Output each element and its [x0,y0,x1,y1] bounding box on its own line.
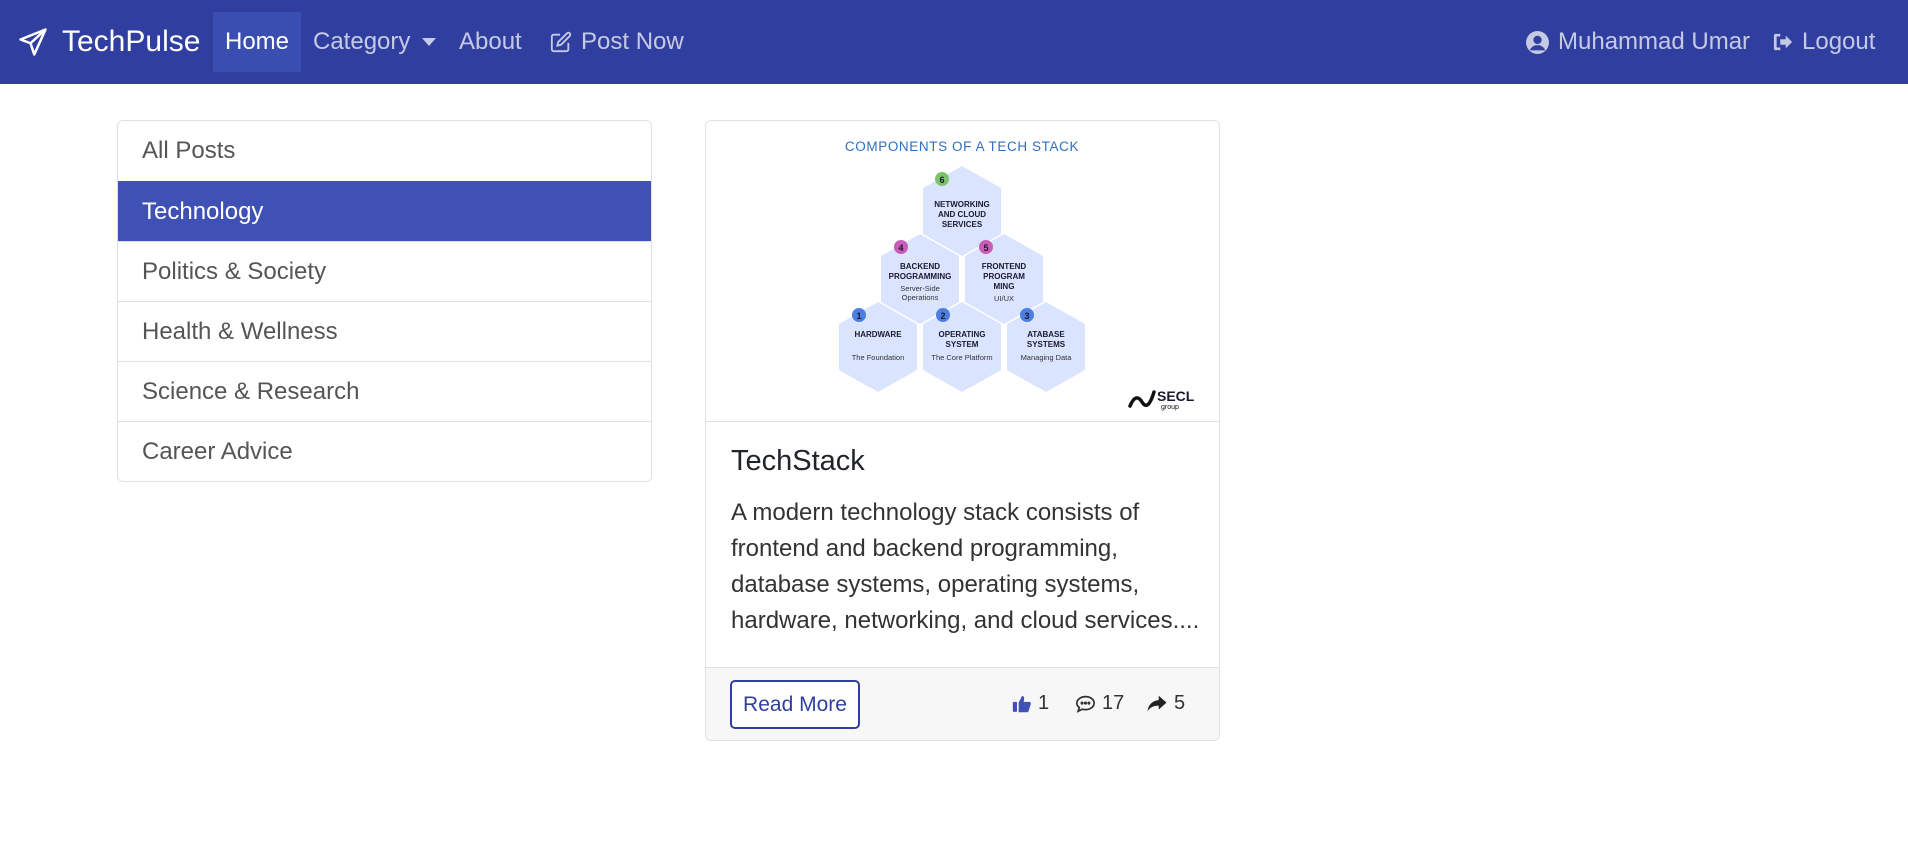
nav-about[interactable]: About [459,12,522,72]
hex-sub-4a: Server-Side [900,284,940,293]
brand-link[interactable]: TechPulse [18,0,200,84]
hex-num-5: 5 [983,243,988,253]
hex-title-5a: FRONTEND [982,262,1027,271]
diagram-heading: COMPONENTS OF A TECH STACK [845,139,1079,154]
nav-logout[interactable]: Logout [1772,12,1875,72]
hex-title-4b: PROGRAMMING [889,272,952,281]
hex-sub-5: UI/UX [994,294,1014,303]
post-card-footer: Read More 1 17 5 [706,667,1219,740]
hex-title-2b: SYSTEM [946,340,979,349]
caret-down-icon [422,38,437,46]
comment-button[interactable]: 17 [1075,692,1124,715]
comments-count: 17 [1102,692,1125,714]
post-image[interactable]: COMPONENTS OF A TECH STACK 6 NETWORKING … [706,121,1219,422]
navbar: TechPulse Home Category About Post Now M… [0,0,1908,84]
share-icon [1147,695,1167,712]
post-excerpt: A modern technology stack consists of fr… [731,499,1200,634]
logo-subtext: group [1161,404,1179,411]
comment-icon [1075,695,1096,713]
nav-post-now-label: Post Now [581,28,684,55]
sign-out-icon [1773,33,1793,51]
hex-title-4a: BACKEND [900,262,940,271]
logo-text: SECL [1157,388,1195,404]
hex-sub-3: Managing Data [1021,353,1073,362]
nav-post-now[interactable]: Post Now [549,12,684,72]
paper-plane-icon [19,28,47,56]
nav-category-dropdown[interactable]: Category [313,12,437,72]
hex-title-5b: PROGRAM [983,272,1025,281]
category-item-health-wellness[interactable]: Health & Wellness [118,301,651,361]
brand-name: TechPulse [62,25,201,58]
hex-title-1: HARDWARE [854,330,902,339]
nav-category-label: Category [313,28,411,55]
edit-icon [550,31,572,53]
hex-title-5c: MING [994,282,1015,291]
like-button[interactable]: 1 [1012,692,1049,715]
hex-title-3a: ATABASE [1027,330,1065,339]
category-item-career-advice[interactable]: Career Advice [118,421,651,481]
category-item-all-posts[interactable]: All Posts [118,121,651,181]
nav-user-profile[interactable]: Muhammad Umar [1525,12,1750,72]
hex-num-3: 3 [1024,311,1029,321]
nav-user-label: Muhammad Umar [1558,28,1751,55]
category-item-technology[interactable]: Technology [118,181,651,241]
thumbs-up-icon [1012,696,1031,713]
shares-count: 5 [1174,692,1186,714]
post-card: COMPONENTS OF A TECH STACK 6 NETWORKING … [705,120,1220,741]
hex-sub-2: The Core Platform [931,353,992,362]
likes-count: 1 [1038,692,1050,714]
hex-num-4: 4 [898,243,903,253]
hex-num-6: 6 [939,175,944,185]
hex-title-2a: OPERATING [939,330,986,339]
post-title[interactable]: TechStack [731,445,865,478]
hex-num-1: 1 [856,311,861,321]
share-button[interactable]: 5 [1146,692,1185,715]
nav-logout-label: Logout [1802,28,1876,55]
hex-title-3b: SYSTEMS [1027,340,1066,349]
category-item-science-research[interactable]: Science & Research [118,361,651,421]
secl-logo: SECL group [1128,388,1195,411]
category-list: All Posts Technology Politics & Society … [117,120,652,482]
hex-num-2: 2 [940,311,945,321]
hex-title-6a: NETWORKING [934,200,990,209]
hex-title-6c: SERVICES [942,220,983,229]
nav-about-label: About [459,28,522,55]
user-circle-icon [1526,30,1549,54]
nav-home[interactable]: Home [213,12,301,72]
hex-sub-1: The Foundation [852,353,905,362]
category-item-politics-society[interactable]: Politics & Society [118,241,651,301]
hex-sub-4b: Operations [902,293,939,302]
tech-stack-diagram: COMPONENTS OF A TECH STACK 6 NETWORKING … [839,139,1195,411]
read-more-button[interactable]: Read More [730,680,860,729]
nav-home-label: Home [224,28,290,55]
hex-title-6b: AND CLOUD [938,210,986,219]
